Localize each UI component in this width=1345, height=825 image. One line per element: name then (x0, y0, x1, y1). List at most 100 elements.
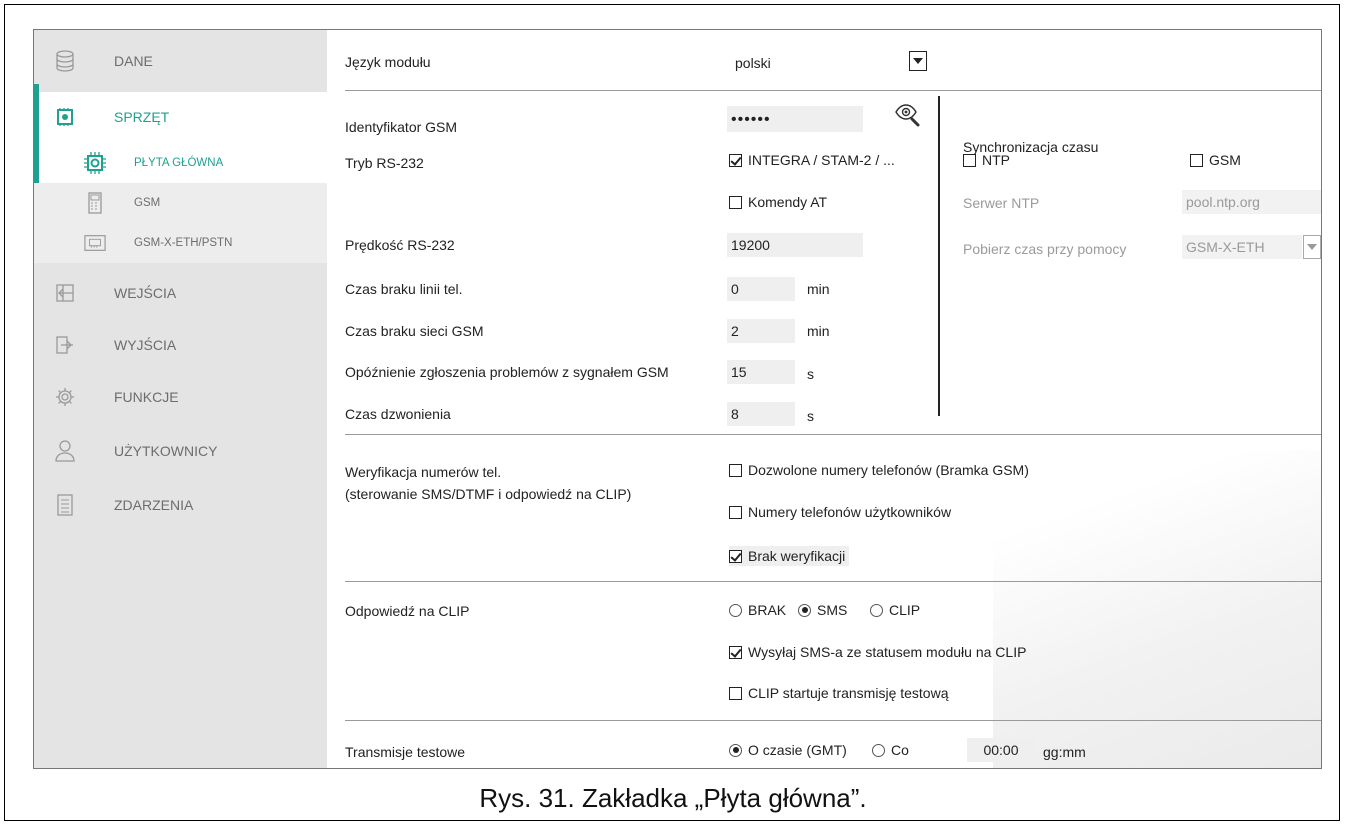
user-numbers-checkbox[interactable]: Numery telefonów użytkowników (729, 504, 951, 520)
sidebar-item-plyta-glowna[interactable]: PŁYTA GŁÓWNA (34, 142, 327, 183)
divider (345, 434, 1321, 435)
sidebar-item-label: WEJŚCIA (114, 285, 177, 301)
sidebar-item-wyjscia[interactable]: WYJŚCIA (34, 322, 327, 368)
divider (345, 90, 1321, 91)
unit-label: min (807, 281, 830, 297)
sidebar-item-zdarzenia[interactable]: ZDARZENIA (34, 482, 327, 528)
checkbox-label: Komendy AT (748, 194, 828, 210)
no-phone-line-label: Czas braku linii tel. (345, 281, 463, 297)
no-verification-checkbox[interactable]: Brak weryfikacji (729, 546, 850, 566)
checkbox-label: NTP (982, 152, 1010, 168)
sidebar-item-label: DANE (114, 53, 153, 69)
database-icon (54, 50, 76, 72)
clip-starts-test-checkbox[interactable]: CLIP startuje transmisję testową (729, 685, 949, 701)
radio-icon (729, 603, 742, 617)
rs232-speed-field[interactable]: 19200 (727, 233, 863, 257)
checkbox-label: INTEGRA / STAM-2 / ... (748, 152, 895, 168)
sidebar-item-wejscia[interactable]: WEJŚCIA (34, 270, 327, 316)
verification-sublabel: (sterowanie SMS/DTMF i odpowiedź na CLIP… (345, 486, 632, 502)
user-icon (54, 440, 76, 462)
hardware-icon (54, 106, 76, 128)
radio-label: SMS (817, 602, 848, 618)
no-gsm-field[interactable]: 2 (727, 319, 795, 343)
ring-time-field[interactable]: 8 (727, 402, 795, 426)
test-radio-at-time[interactable]: O czasie (GMT) (729, 742, 847, 758)
send-status-sms-checkbox[interactable]: Wysyłaj SMS-a ze statusem modułu na CLIP (729, 644, 1026, 660)
radio-icon (870, 603, 883, 617)
radio-icon (872, 743, 885, 757)
events-icon (54, 494, 76, 516)
figure-caption: Rys. 31. Zakładka „Płyta główna”. (479, 783, 867, 813)
mainboard-icon (84, 151, 106, 174)
fetch-time-select[interactable]: GSM-X-ETH (1182, 235, 1302, 259)
language-select[interactable]: polski (731, 51, 909, 75)
sidebar-item-label: UŻYTKOWNICY (114, 443, 218, 459)
no-phone-line-field[interactable]: 0 (727, 277, 795, 301)
ntp-checkbox[interactable]: NTP (963, 152, 1010, 168)
ntp-server-label: Serwer NTP (963, 195, 1040, 211)
sidebar-item-label: FUNKCJE (114, 389, 179, 405)
radio-label: Co (891, 742, 909, 758)
radio-label: CLIP (889, 602, 921, 618)
rs232-speed-label: Prędkość RS-232 (345, 237, 455, 253)
rs232-mode-label: Tryb RS-232 (345, 155, 424, 171)
gsm-id-field[interactable]: •••••• (727, 106, 863, 132)
sidebar-item-uzytkownicy[interactable]: UŻYTKOWNICY (34, 428, 327, 474)
allowed-numbers-checkbox[interactable]: Dozwolone numery telefonów (Bramka GSM) (729, 462, 1029, 478)
clip-response-label: Odpowiedź na CLIP (345, 603, 470, 619)
main-panel: Język modułu polski Identyfikator GSM ••… (327, 30, 1321, 768)
radio-label: BRAK (748, 602, 787, 618)
checkbox-icon (729, 195, 742, 209)
checkbox-checked-icon (729, 153, 742, 167)
gsm-sync-checkbox[interactable]: GSM (1190, 152, 1241, 168)
sidebar-item-gsm[interactable]: GSM (34, 183, 327, 223)
checkbox-label: Wysyłaj SMS-a ze statusem modułu na CLIP (748, 644, 1027, 660)
show-password-icon[interactable] (895, 102, 921, 131)
checkbox-icon (729, 505, 742, 519)
gsm-module-icon (84, 192, 106, 214)
eth-module-icon (84, 232, 106, 254)
rs232-integra-checkbox[interactable]: INTEGRA / STAM-2 / ... (729, 152, 895, 168)
sidebar-item-funkcje[interactable]: FUNKCJE (34, 374, 327, 420)
chevron-down-icon (1307, 244, 1317, 250)
fetch-time-label: Pobierz czas przy pomocy (963, 241, 1127, 257)
checkbox-icon (729, 463, 742, 477)
background-decoration (993, 450, 1321, 768)
clip-radio-brak[interactable]: BRAK (729, 602, 786, 618)
radio-checked-icon (798, 603, 811, 617)
sidebar-item-gsm-x-eth-pstn[interactable]: GSM-X-ETH/PSTN (34, 223, 327, 263)
test-radio-every[interactable]: Co (872, 742, 909, 758)
checkbox-label: GSM (1209, 152, 1241, 168)
checkbox-icon (963, 153, 976, 167)
sidebar-item-label: ZDARZENIA (114, 497, 194, 513)
app-window: DANE SPRZĘT PŁYTA GŁÓWNA GSM GSM-X-ETH/P… (33, 29, 1322, 769)
ntp-server-field[interactable]: pool.ntp.org (1182, 190, 1321, 214)
sidebar: DANE SPRZĘT PŁYTA GŁÓWNA GSM GSM-X-ETH/P… (34, 30, 327, 768)
checkbox-icon (729, 686, 742, 700)
figure-frame: DANE SPRZĘT PŁYTA GŁÓWNA GSM GSM-X-ETH/P… (4, 4, 1340, 821)
checkbox-icon (1190, 153, 1203, 167)
divider (345, 581, 1321, 582)
sidebar-item-label: GSM (134, 197, 161, 209)
verification-label: Weryfikacja numerów tel. (345, 464, 502, 480)
rs232-at-commands-checkbox[interactable]: Komendy AT (729, 194, 827, 210)
checkbox-checked-icon (729, 645, 742, 659)
checkbox-checked-icon (729, 549, 742, 563)
unit-label: s (807, 408, 814, 424)
language-label: Język modułu (345, 54, 431, 70)
checkbox-label: Numery telefonów użytkowników (748, 504, 952, 520)
clip-radio-sms[interactable]: SMS (798, 602, 847, 618)
gsm-signal-delay-field[interactable]: 15 (727, 360, 795, 384)
outputs-icon (54, 334, 76, 356)
gsm-signal-delay-label: Opóźnienie zgłoszenia problemów z sygnał… (345, 364, 669, 380)
sidebar-item-dane[interactable]: DANE (34, 38, 327, 84)
column-separator (938, 96, 940, 416)
clip-radio-clip[interactable]: CLIP (870, 602, 920, 618)
sidebar-item-sprzet[interactable]: SPRZĘT (34, 92, 327, 142)
inputs-icon (54, 282, 76, 304)
sidebar-item-label: PŁYTA GŁÓWNA (134, 156, 224, 169)
active-section-indicator (34, 84, 39, 183)
fetch-time-dropdown-button[interactable] (1303, 235, 1321, 259)
test-time-field[interactable]: 00:00 (967, 738, 1035, 762)
language-dropdown-button[interactable] (909, 51, 927, 71)
